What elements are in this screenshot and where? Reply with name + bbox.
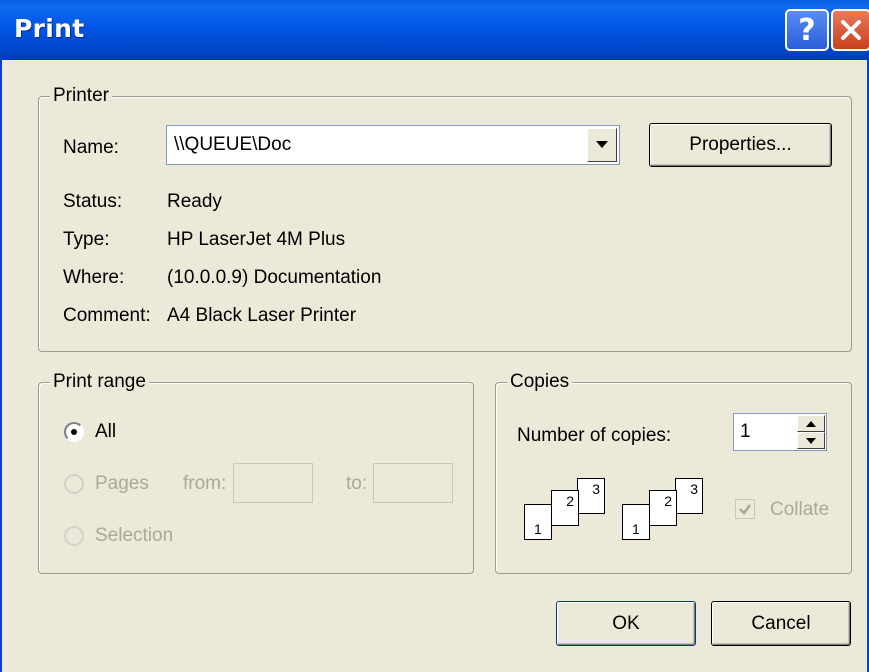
radio-selection[interactable] [64,526,84,546]
collate-page: 1 [622,504,650,540]
radio-pages-label[interactable]: Pages [95,473,149,495]
spin-up-button[interactable] [797,415,825,432]
radio-selected-dot [71,429,77,435]
collate-checkbox[interactable] [735,499,755,519]
collate-page: 1 [524,504,552,540]
title-bar: Print ? [0,0,869,60]
radio-all[interactable] [64,422,84,442]
type-label: Type: [63,229,110,250]
collate-page: 2 [551,490,579,526]
collate-page: 3 [577,478,605,514]
help-icon: ? [798,12,816,48]
radio-selection-label[interactable]: Selection [95,525,173,547]
copies-legend: Copies [507,371,573,393]
where-label: Where: [63,267,125,288]
properties-button-label: Properties... [689,134,792,155]
status-label: Status: [63,191,123,212]
comment-label: Comment: [63,305,151,326]
close-button[interactable] [831,9,869,51]
comment-value: A4 Black Laser Printer [167,305,357,326]
ok-button[interactable]: OK [556,601,696,646]
printer-name-value: \\QUEUE\Doc [174,134,292,155]
collate-label: Collate [770,499,830,520]
status-value: Ready [167,191,222,212]
cancel-button-label: Cancel [751,612,811,634]
from-label: from: [183,473,227,494]
radio-pages[interactable] [64,474,84,494]
print-range-legend: Print range [50,371,149,393]
name-label: Name: [63,137,119,158]
arrow-down-icon [806,437,816,444]
copies-group: Copies [495,371,852,574]
chevron-down-icon [596,141,608,148]
checkmark-icon [739,504,752,515]
printer-name-select[interactable]: \\QUEUE\Doc [166,125,620,165]
to-label: to: [346,473,368,494]
number-of-copies-label: Number of copies: [517,425,672,446]
close-icon [841,20,861,40]
where-value: (10.0.0.9) Documentation [167,267,382,288]
properties-button[interactable]: Properties... [649,123,832,167]
collate-page: 3 [675,478,703,514]
radio-all-label[interactable]: All [95,421,116,443]
help-button[interactable]: ? [785,9,829,51]
cancel-button[interactable]: Cancel [711,601,851,646]
from-input[interactable] [233,463,313,503]
ok-button-label: OK [612,612,640,634]
spin-down-button[interactable] [797,432,825,449]
copies-spinner[interactable]: 1 [733,413,827,451]
window-title: Print [14,14,85,43]
type-value: HP LaserJet 4M Plus [167,229,346,250]
arrow-up-icon [806,420,816,427]
dropdown-button[interactable] [587,128,617,162]
collate-page: 2 [649,490,677,526]
to-input[interactable] [373,463,453,503]
copies-value: 1 [740,421,751,442]
printer-legend: Printer [50,85,112,107]
